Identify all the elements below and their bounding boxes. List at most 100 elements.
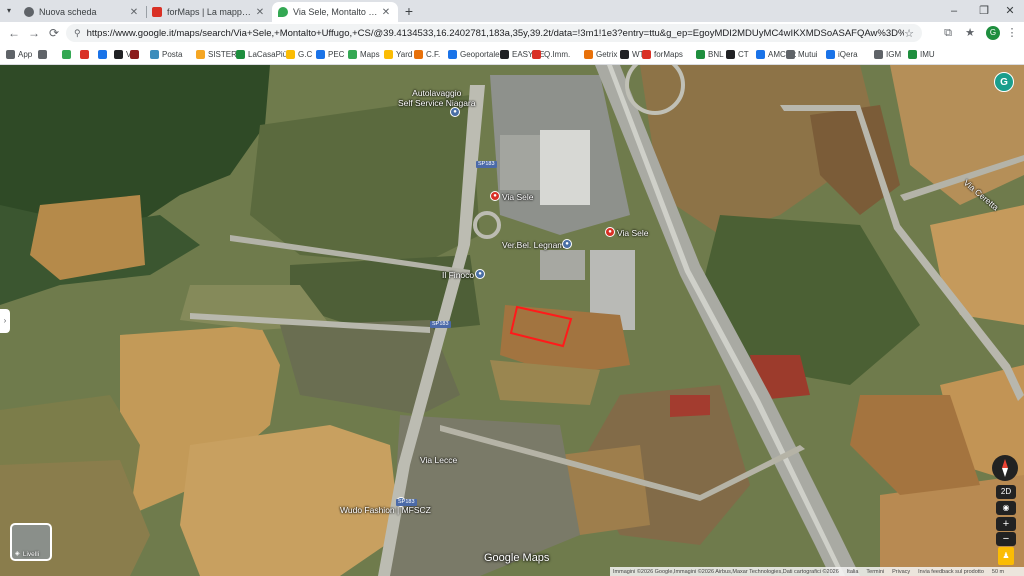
location-pin-icon[interactable]: ●: [605, 227, 615, 237]
bookmark-item[interactable]: WT: [620, 47, 644, 61]
close-icon[interactable]: ✕: [128, 7, 140, 18]
bookmark-favicon-icon: [150, 49, 159, 59]
more-menu-icon[interactable]: ⋮: [1004, 25, 1020, 41]
bookmark-item[interactable]: IGM: [874, 47, 901, 61]
bookmark-favicon-icon: [384, 49, 393, 59]
toggle-2d-button[interactable]: 2D: [996, 485, 1016, 499]
satellite-imagery: [0, 65, 1024, 576]
layers-button[interactable]: ◈ Livelli: [10, 523, 52, 561]
forward-button[interactable]: →: [26, 25, 42, 41]
tab-title: forMaps | La mappa per navigar...: [167, 7, 254, 17]
bookmark-favicon-icon: [696, 49, 705, 59]
bookmark-favicon-icon: [316, 49, 325, 59]
close-window-button[interactable]: ✕: [996, 0, 1024, 22]
minimize-button[interactable]: –: [940, 0, 968, 22]
place-label-via-sele[interactable]: Via Sele: [617, 228, 649, 238]
bookmark-item[interactable]: CT: [726, 47, 749, 61]
bookmark-favicon-icon: [584, 49, 593, 59]
my-location-button[interactable]: ◉: [996, 501, 1016, 515]
expand-side-panel-button[interactable]: ›: [0, 309, 10, 333]
install-app-icon[interactable]: ⧉: [940, 25, 956, 41]
feedback-link[interactable]: Invia feedback sul prodotto: [918, 569, 984, 575]
bookmark-item[interactable]: Posta: [150, 47, 182, 61]
layers-label: Livelli: [22, 551, 40, 558]
restore-button[interactable]: ❐: [970, 0, 998, 22]
tab-title: Via Sele, Montalto Uffugo, CS...: [293, 7, 380, 17]
bookmark-label: Getrix: [596, 49, 618, 59]
place-label-wudo-fashion[interactable]: Wudo Fashion | MFSCZ: [340, 505, 431, 515]
bookmark-label: iQera: [838, 49, 858, 59]
bookmark-star-icon[interactable]: ☆: [904, 27, 914, 40]
bookmark-item[interactable]: Yard: [384, 47, 412, 61]
tab-new-tab[interactable]: Nuova scheda ✕: [18, 2, 146, 22]
bookmark-label: Posta: [162, 49, 183, 59]
bookmark-item[interactable]: [38, 47, 50, 61]
bookmark-item[interactable]: Q.Imm.: [532, 47, 570, 61]
google-account-badge[interactable]: G: [994, 72, 1014, 92]
bookmark-favicon-icon: [348, 49, 357, 59]
reload-button[interactable]: ⟳: [46, 25, 62, 41]
place-label-via-sele[interactable]: Via Sele: [502, 192, 534, 202]
bookmark-item[interactable]: PEC: [316, 47, 344, 61]
compass-icon: [1002, 459, 1008, 477]
bookmark-item[interactable]: Mutui: [786, 47, 818, 61]
place-label-il-finoco[interactable]: Il Finoco: [442, 270, 474, 280]
site-info-icon[interactable]: ⚲: [74, 28, 81, 39]
map-footer: Immagini ©2026 Google,Immagini ©2026 Air…: [610, 567, 1024, 576]
bookmark-item[interactable]: BNL: [696, 47, 724, 61]
scale-bar[interactable]: 50 m: [992, 569, 1004, 575]
bookmark-label: LaCasaPiù: [248, 49, 288, 59]
tab-formaps[interactable]: forMaps | La mappa per navigar... ✕: [146, 2, 272, 22]
bookmark-favicon-icon: [98, 49, 107, 59]
bookmark-item[interactable]: [62, 47, 74, 61]
bookmark-favicon-icon: [756, 49, 765, 59]
zoom-out-button[interactable]: −: [996, 532, 1016, 546]
terms-link[interactable]: Termini: [866, 569, 884, 575]
satellite-map[interactable]: Autolavaggio Self Service Niagara ● ● Via…: [0, 65, 1024, 576]
profile-avatar[interactable]: G: [986, 26, 1000, 40]
place-label-autolavaggio[interactable]: Autolavaggio Self Service Niagara: [398, 88, 475, 108]
privacy-link[interactable]: Privacy: [892, 569, 910, 575]
location-pin-icon[interactable]: ●: [490, 191, 500, 201]
bookmark-item[interactable]: [130, 47, 142, 61]
bookmark-item[interactable]: App: [6, 47, 32, 61]
place-label-verbel-legnami[interactable]: Ver.Bel. Legnami: [502, 240, 566, 250]
bookmark-item[interactable]: C.F.: [414, 47, 440, 61]
bookmark-favicon-icon: [500, 49, 509, 59]
new-tab-button[interactable]: +: [401, 3, 417, 19]
bookmark-item[interactable]: forMaps: [642, 47, 683, 61]
tab-title: Nuova scheda: [39, 7, 97, 17]
bookmark-item[interactable]: Maps: [348, 47, 380, 61]
store-pin-icon[interactable]: ●: [562, 239, 572, 249]
bookmark-item[interactable]: [98, 47, 110, 61]
bookmark-item[interactable]: G.C: [286, 47, 312, 61]
close-icon[interactable]: ✕: [380, 7, 392, 18]
bookmark-star-icon[interactable]: ★: [962, 25, 978, 41]
road-label-via-lecce: Via Lecce: [420, 455, 458, 465]
zoom-in-button[interactable]: +: [996, 517, 1016, 531]
address-bar[interactable]: ⚲ https://www.google.it/maps/search/Via+…: [66, 24, 922, 42]
car-wash-pin-icon[interactable]: ●: [450, 107, 460, 117]
bookmark-item[interactable]: iQera: [826, 47, 858, 61]
tab-google-maps[interactable]: Via Sele, Montalto Uffugo, CS... ✕: [272, 2, 398, 22]
bookmark-item[interactable]: IMU: [908, 47, 935, 61]
browser-toolbar: ← → ⟳ ⚲ https://www.google.it/maps/searc…: [0, 22, 1024, 44]
shop-pin-icon[interactable]: ●: [475, 269, 485, 279]
bookmark-label: forMaps: [654, 49, 683, 59]
bookmark-item[interactable]: LaCasaPiù: [236, 47, 287, 61]
bookmark-item[interactable]: [80, 47, 92, 61]
back-button[interactable]: ←: [6, 25, 22, 41]
bookmark-label: App: [18, 49, 33, 59]
tab-search-icon[interactable]: ▾: [2, 3, 16, 19]
street-view-pegman-icon[interactable]: ♟: [998, 547, 1014, 565]
bookmark-item[interactable]: Getrix: [584, 47, 617, 61]
bookmarks-bar: AppViPostaSISTERLaCasaPiùG.CPECMapsYardC…: [0, 44, 1024, 65]
bookmark-item[interactable]: SISTER: [196, 47, 237, 61]
close-icon[interactable]: ✕: [254, 7, 266, 18]
bookmark-favicon-icon: [38, 49, 47, 59]
bookmark-item[interactable]: Geoportale: [448, 47, 500, 61]
attribution-text: Immagini ©2026 Google,Immagini ©2026 Air…: [613, 568, 839, 575]
road-shield-sp183: SP183: [476, 161, 497, 168]
compass-control[interactable]: [992, 455, 1018, 481]
region-link[interactable]: Italia: [847, 569, 859, 575]
